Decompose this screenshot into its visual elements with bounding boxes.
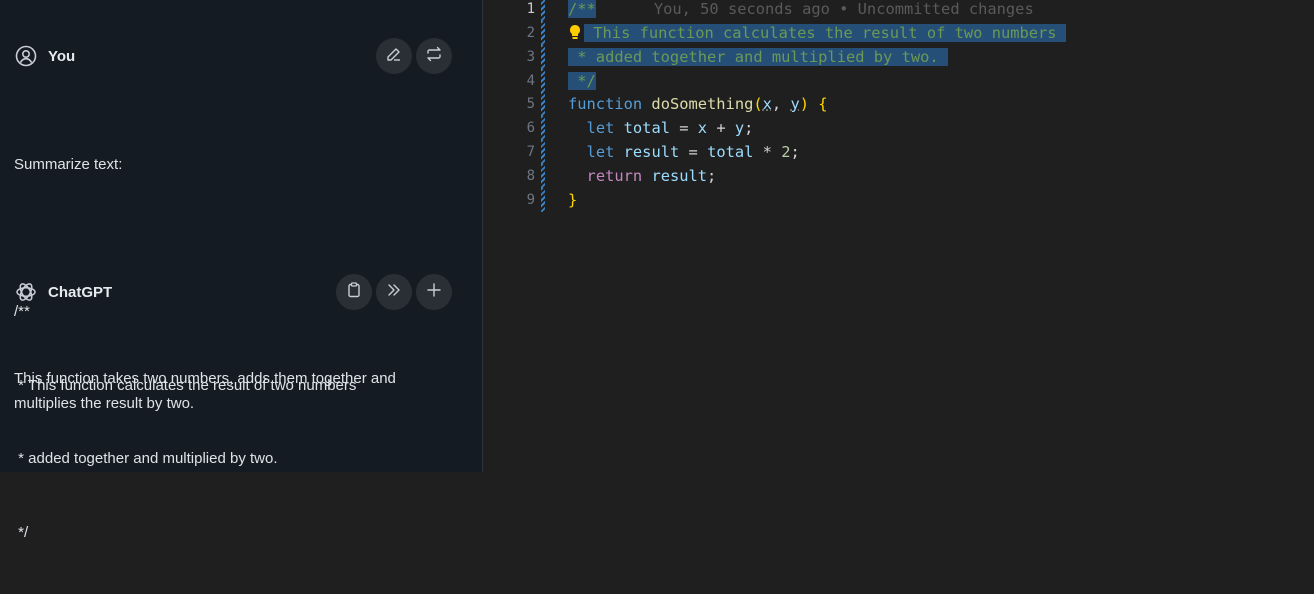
code-line: 6 let total = x + y; [483,116,1314,140]
operator-token: = [679,143,708,161]
variable-token: x [697,119,708,137]
message-line [14,227,454,252]
operator-token: + [707,119,735,137]
line-code: let result = total * 2; [568,140,800,164]
variable-token: result [651,167,708,185]
line-code: */ [568,69,596,93]
clipboard-icon [345,281,363,303]
user-message-header: You [14,38,452,74]
message-line: Summarize text: [14,156,123,173]
punct-token: ; [707,167,717,185]
line-number: 1 [526,1,535,17]
function-name-token: doSomething [651,95,754,113]
line-number: 8 [526,168,535,184]
bracket-token: } [568,191,578,209]
keyword-token: return [586,167,643,185]
assistant-message-body: This function takes two numbers, adds th… [14,370,396,412]
keyword-token: let [586,119,615,137]
code-line: 9 } [483,188,1314,212]
comment-text: */ [568,72,596,90]
insert-icon [385,281,403,303]
message-line: */ [14,523,29,541]
code-line: 5 function doSomething(x, y) { [483,92,1314,116]
line-number: 9 [526,192,535,208]
variable-token: result [623,143,680,161]
copy-button[interactable] [336,274,372,310]
line-number: 6 [526,120,535,136]
number-token: 2 [781,143,791,161]
line-code: let total = x + y; [568,116,754,140]
line-number: 2 [526,25,535,41]
line-code: function doSomething(x, y) { [568,92,828,116]
assistant-name: ChatGPT [48,283,113,301]
git-change-marker [541,164,545,188]
line-number: 3 [526,49,535,65]
user-message-body: Summarize text: /** * This function calc… [14,104,454,594]
param-token: x [762,95,772,113]
swap-button[interactable] [416,38,452,74]
variable-token: total [707,143,754,161]
assistant-message-header: ChatGPT [14,274,452,310]
comment-text: /** [568,0,596,18]
edit-button[interactable] [376,38,412,74]
bracket-token: ( [753,95,763,113]
message-line: * added together and multiplied by two. [14,450,278,467]
punct-token: ; [790,143,800,161]
code-line: 2 This function calculates the result of… [483,21,1314,45]
new-file-button[interactable] [416,274,452,310]
user-name: You [48,47,76,65]
bracket-token: { [809,95,828,113]
git-change-marker [541,92,545,116]
git-change-marker [541,188,545,212]
comment-text: * added together and multiplied by two. [568,48,948,66]
edit-icon [385,45,403,67]
line-code: * added together and multiplied by two. [568,45,948,69]
line-code: } [568,188,577,212]
line-code: return result; [568,164,717,188]
plus-icon [425,281,443,303]
lightbulb-icon[interactable] [568,21,584,45]
line-number: 4 [526,73,535,89]
variable-token: total [623,119,670,137]
code-line: 3 * added together and multiplied by two… [483,45,1314,69]
git-change-marker [541,21,545,45]
assistant-message-actions [336,274,452,310]
code-line: 1 /** You, 50 seconds ago • Uncommitted c… [483,0,1314,21]
git-change-marker [541,140,545,164]
user-message-actions [376,38,452,74]
insert-button[interactable] [376,274,412,310]
line-code: This function calculates the result of t… [568,21,1066,45]
comment-text: This function calculates the result of t… [584,24,1066,42]
code-editor[interactable]: 1 /** You, 50 seconds ago • Uncommitted c… [483,0,1314,472]
operator-token: = [669,119,698,137]
git-blame-annotation: You, 50 seconds ago • Uncommitted change… [653,0,1034,18]
operator-token: * [753,143,782,161]
code-line: 8 return result; [483,164,1314,188]
chat-panel: You Summarize text: /** * This function … [0,0,483,541]
swap-icon [425,45,443,67]
code-line: 7 let result = total * 2; [483,140,1314,164]
keyword-token: let [586,143,615,161]
keyword-token: function [568,95,643,113]
git-change-marker [541,116,545,140]
code-line: 4 */ [483,69,1314,93]
line-number: 7 [526,144,535,160]
chatgpt-logo-icon [14,280,38,304]
param-token: y [790,95,800,113]
variable-token: y [734,119,745,137]
punct-token: , [771,95,791,113]
git-change-marker [541,0,545,21]
punct-token: ; [744,119,754,137]
git-change-marker [541,69,545,93]
user-avatar-icon [14,44,38,68]
line-code: /** You, 50 seconds ago • Uncommitted cha… [568,0,1034,21]
line-number: 5 [526,96,535,112]
bracket-token: ) [799,95,810,113]
git-change-marker [541,45,545,69]
